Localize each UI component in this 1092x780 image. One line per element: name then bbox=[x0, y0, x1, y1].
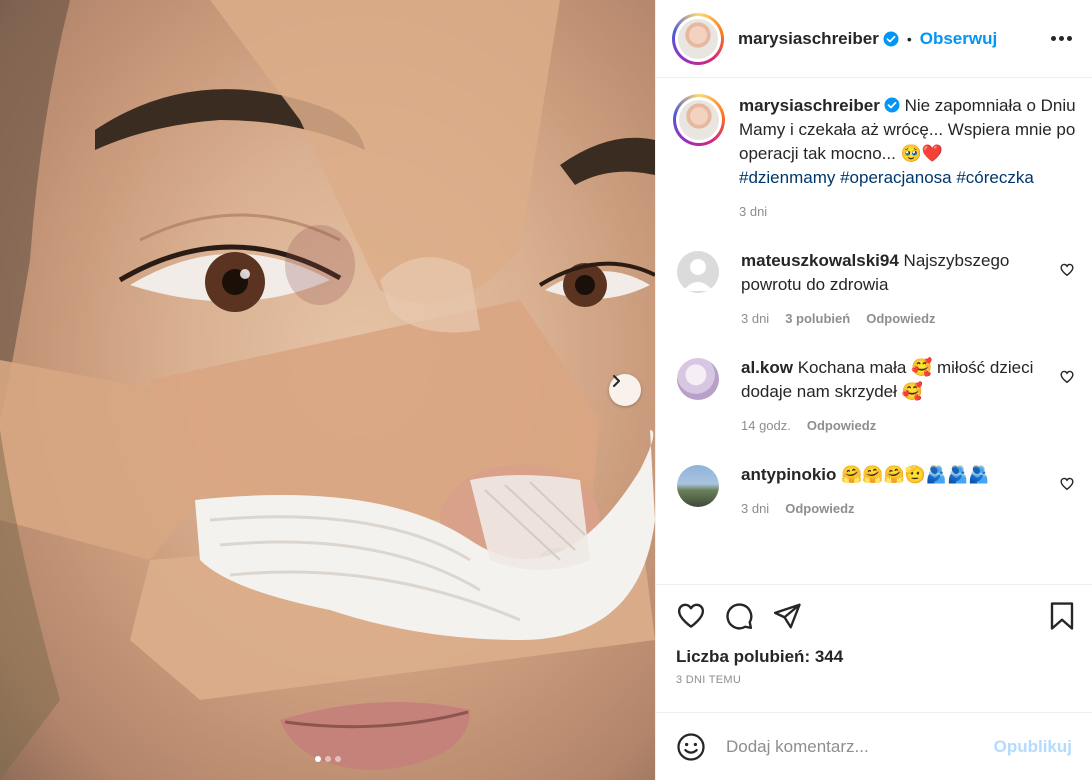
comment-time[interactable]: 3 dni bbox=[741, 501, 769, 516]
heart-icon bbox=[1060, 370, 1074, 384]
comment-bubble-icon bbox=[726, 603, 753, 630]
comment-like-button[interactable] bbox=[1060, 263, 1074, 282]
avatar-image bbox=[678, 18, 718, 59]
comment-time[interactable]: 3 dni bbox=[741, 311, 769, 326]
post-photo bbox=[0, 0, 655, 780]
comment-time[interactable]: 14 godz. bbox=[741, 418, 791, 433]
caption-author-avatar[interactable] bbox=[673, 94, 725, 146]
comment-item: mateuszkowalski94 Najszybszego powrotu d… bbox=[672, 249, 1076, 326]
paper-plane-icon bbox=[773, 603, 801, 629]
caption-text-block: marysiaschreiber Nie zapomniała o Dniu M… bbox=[739, 94, 1076, 166]
comment-username[interactable]: al.kow bbox=[741, 358, 793, 377]
post-media[interactable] bbox=[0, 0, 655, 780]
post-actions: Liczba polubień: 344 3 DNI TEMU bbox=[656, 584, 1092, 712]
comment-composer: Opublikuj bbox=[656, 712, 1092, 780]
commenter-avatar[interactable] bbox=[677, 358, 719, 400]
author-username[interactable]: marysiaschreiber bbox=[738, 29, 879, 49]
comment-username[interactable]: mateuszkowalski94 bbox=[741, 251, 899, 270]
post-caption: marysiaschreiber Nie zapomniała o Dniu M… bbox=[672, 94, 1076, 219]
header-separator: • bbox=[906, 30, 912, 47]
follow-button[interactable]: Obserwuj bbox=[920, 29, 997, 49]
post-dialog: marysiaschreiber • Obserwuj marysiaschre… bbox=[0, 0, 1092, 780]
avatar-image bbox=[679, 100, 719, 140]
smiley-icon bbox=[677, 732, 705, 761]
comment-like-button[interactable] bbox=[1060, 477, 1074, 496]
share-button[interactable] bbox=[772, 601, 802, 631]
comment-meta: 14 godz. Odpowiedz bbox=[741, 418, 1046, 433]
commenter-avatar[interactable] bbox=[677, 465, 719, 507]
comment-input[interactable] bbox=[726, 736, 994, 757]
carousel-dot bbox=[334, 756, 341, 762]
likes-count[interactable]: Liczba polubień: 344 bbox=[676, 647, 1076, 667]
caption-time[interactable]: 3 dni bbox=[739, 204, 767, 219]
carousel-dot bbox=[314, 756, 321, 762]
comments-list[interactable]: marysiaschreiber Nie zapomniała o Dniu M… bbox=[656, 78, 1092, 584]
heart-icon bbox=[1060, 263, 1074, 277]
comment-like-button[interactable] bbox=[1060, 370, 1074, 389]
comment-meta: 3 dni Odpowiedz bbox=[741, 501, 1046, 516]
reply-button[interactable]: Odpowiedz bbox=[807, 418, 876, 433]
comment-username[interactable]: antypinokio bbox=[741, 465, 836, 484]
commenter-avatar[interactable] bbox=[677, 251, 719, 293]
carousel-indicator bbox=[0, 756, 655, 762]
emoji-button[interactable] bbox=[676, 732, 706, 762]
verified-badge-icon bbox=[883, 31, 899, 46]
comment-likes[interactable]: 3 polubień bbox=[785, 311, 850, 326]
comment-item: antypinokio 🤗🤗🤗🫡🫂🫂🫂 3 dni Odpowiedz bbox=[672, 463, 1076, 516]
caption-meta: 3 dni bbox=[739, 204, 1076, 219]
next-slide-button[interactable] bbox=[609, 374, 641, 406]
comment-item: al.kow Kochana mała 🥰 miłość dzieci doda… bbox=[672, 356, 1076, 433]
save-button[interactable] bbox=[1048, 601, 1076, 631]
heart-icon bbox=[677, 603, 705, 628]
default-avatar-icon bbox=[683, 259, 713, 291]
post-header: marysiaschreiber • Obserwuj bbox=[656, 0, 1092, 78]
post-date[interactable]: 3 DNI TEMU bbox=[676, 674, 1076, 686]
reply-button[interactable]: Odpowiedz bbox=[785, 501, 854, 516]
comment-meta: 3 dni 3 polubień Odpowiedz bbox=[741, 311, 1046, 326]
like-button[interactable] bbox=[676, 601, 706, 631]
caption-username[interactable]: marysiaschreiber bbox=[739, 96, 880, 115]
chevron-right-icon bbox=[613, 375, 620, 387]
post-side-panel: marysiaschreiber • Obserwuj marysiaschre… bbox=[655, 0, 1092, 780]
more-options-icon[interactable] bbox=[1047, 28, 1076, 49]
caption-hashtags[interactable]: #dzienmamy #operacjanosa #córeczka bbox=[739, 166, 1076, 190]
verified-badge-icon bbox=[884, 97, 900, 113]
heart-icon bbox=[1060, 477, 1074, 491]
carousel-dot bbox=[324, 756, 331, 762]
comment-button[interactable] bbox=[724, 601, 754, 631]
publish-button[interactable]: Opublikuj bbox=[994, 737, 1072, 757]
bookmark-icon bbox=[1050, 602, 1074, 630]
reply-button[interactable]: Odpowiedz bbox=[866, 311, 935, 326]
author-avatar[interactable] bbox=[672, 12, 724, 65]
comment-text: 🤗🤗🤗🫡🫂🫂🫂 bbox=[841, 465, 990, 484]
